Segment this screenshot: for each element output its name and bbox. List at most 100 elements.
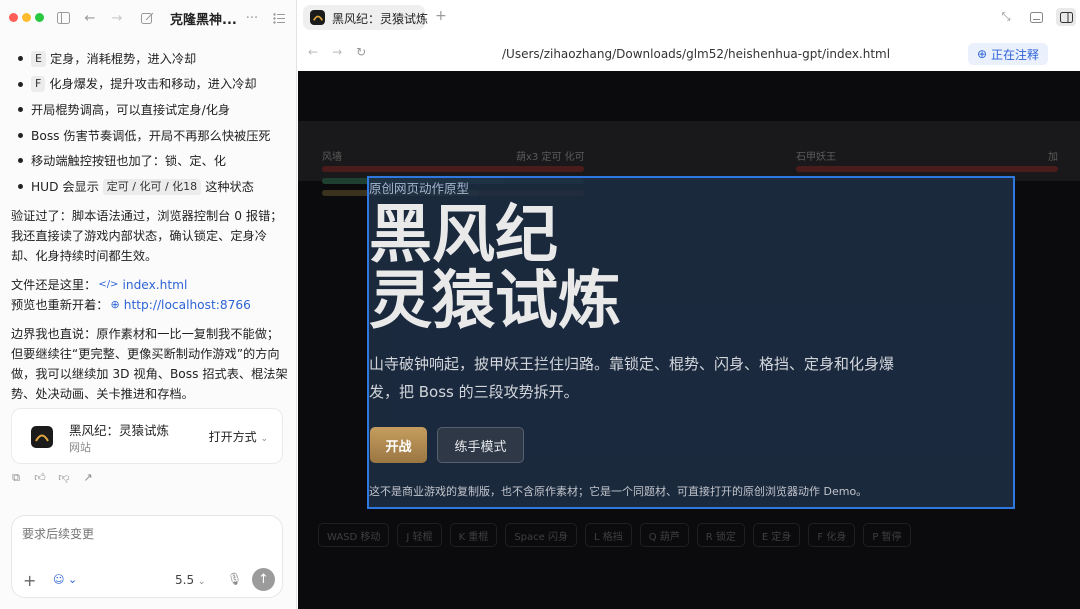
- control-hint: Space 闪身: [505, 523, 577, 547]
- microphone-icon[interactable]: 🎙︎: [227, 572, 242, 586]
- code-file-icon: </>: [98, 278, 119, 290]
- preview-label: 预览也重新开着：: [11, 297, 109, 312]
- tab-favicon-icon: [310, 10, 325, 25]
- list-item-text: 开局棍势调高，可以直接试定身/化身: [31, 102, 231, 117]
- open-with-label: 打开方式: [208, 430, 257, 444]
- minimize-window-button[interactable]: [22, 13, 31, 22]
- control-hint: R 锁定: [696, 523, 745, 547]
- overlay-eyebrow: 原创网页动作原型: [369, 181, 470, 196]
- address-bar[interactable]: /Users/zihaozhang/Downloads/glm52/heishe…: [502, 47, 890, 61]
- chat-panel: ← → 克隆黑神... ··· E 定身，消耗棍势，进入冷却 F 化身爆发，提升攻击…: [0, 0, 297, 609]
- list-item-text: 化身爆发，提升攻击和移动，进入冷却: [49, 77, 257, 92]
- preview-link[interactable]: http://localhost:8766: [124, 295, 251, 315]
- split-view-icon[interactable]: [1056, 8, 1076, 26]
- start-button[interactable]: 开战: [370, 427, 427, 463]
- list-item-text: 移动端触控按钮也加了：锁、定、化: [31, 154, 226, 169]
- send-button[interactable]: ↑: [252, 568, 275, 591]
- back-arrow-icon[interactable]: ←: [81, 9, 99, 27]
- chevron-down-icon: ⌄: [67, 573, 78, 586]
- card-subtitle: 网站: [69, 441, 91, 454]
- practice-mode-button[interactable]: 练手模式: [437, 427, 524, 463]
- share-icon[interactable]: ↗: [81, 471, 95, 485]
- controls-hint-row: WASD 移动 J 轻棍 K 重棍 Space 闪身 L 格挡 Q 葫芦 R 锁…: [318, 523, 911, 547]
- mode-icon: ☺: [53, 573, 65, 586]
- chat-title: 克隆黑神...: [170, 13, 237, 28]
- composer: + ☺ ⌄ 5.5 ⌄ 🎙︎ ↑: [11, 515, 283, 598]
- list-item-text: HUD 会显示: [31, 179, 99, 194]
- plus-circle-icon: ⊕: [976, 47, 988, 61]
- control-hint: WASD 移动: [318, 523, 390, 547]
- player-hp-bar: [322, 166, 584, 172]
- boss-name: 石甲妖王: [796, 152, 836, 163]
- game-title-line-2: 灵猿试炼: [369, 264, 621, 337]
- arrow-up-icon: ↑: [258, 572, 269, 587]
- bar-fill: [322, 166, 584, 172]
- list-item: Boss 伤害节奏调低，开局不再那么快被压死: [11, 123, 289, 149]
- start-overlay: 原创网页动作原型 黑风纪 灵猿试炼 山寺破钟响起，披甲妖王拦住归路。靠锁定、棍势…: [367, 176, 1015, 509]
- control-hint: E 定身: [752, 523, 801, 547]
- card-title: 黑风纪：灵猿试炼: [69, 423, 170, 438]
- model-selector[interactable]: 5.5 ⌄: [175, 573, 205, 587]
- sidebar-toggle-icon[interactable]: [54, 9, 72, 27]
- disclaimer-text: 这不是商业游戏的复制版，也不含原作素材；它是一个同题材、可直接打开的原创浏览器动…: [369, 485, 868, 498]
- follow-up-input[interactable]: [22, 527, 272, 541]
- annotate-button[interactable]: ⊕ 正在注释: [968, 43, 1048, 65]
- website-card[interactable]: 黑风纪：灵猿试炼 网站 打开方式 ⌄: [11, 408, 283, 464]
- browser-window: 黑风纪：灵猿试炼 + ⤡ ← → ↻ /Users/zihaozhang/Dow…: [298, 0, 1080, 609]
- chevron-down-icon: ⌄: [197, 577, 206, 587]
- list-view-icon[interactable]: [270, 9, 288, 27]
- boss-status: 加: [1048, 152, 1058, 163]
- file-line: 文件还是这里： </> index.html: [11, 275, 289, 295]
- player-label: 风墙: [322, 152, 342, 163]
- model-label: 5.5: [175, 573, 195, 587]
- browser-tab[interactable]: 黑风纪：灵猿试炼: [303, 5, 429, 30]
- list-item: HUD 会显示 定可 / 化可 / 化18 这种状态: [11, 174, 289, 200]
- list-item-text: 定身，消耗棍势，进入冷却: [49, 51, 197, 66]
- verify-paragraph: 验证过了：脚本语法通过，浏览器控制台 0 报错；我还直接读了游戏内部状态，确认锁…: [11, 208, 283, 263]
- open-with-dropdown[interactable]: 打开方式 ⌄: [209, 428, 268, 445]
- panel-icon[interactable]: [1028, 9, 1044, 25]
- assistant-message: E 定身，消耗棍势，进入冷却 F 化身爆发，提升攻击和移动，进入冷却 开局棍势调高，…: [11, 46, 289, 404]
- thumbs-up-icon[interactable]: 👍︎: [33, 471, 47, 485]
- browser-nav: ← → ↻: [308, 45, 366, 59]
- tab-title: 黑风纪：灵猿试炼: [332, 12, 429, 26]
- globe-icon: ⊕: [110, 297, 120, 311]
- boundary-paragraph: 边界我也直说：原作素材和一比一复制我不能做；但要继续往“更完整、更像买断制动作游…: [11, 326, 288, 401]
- close-window-button[interactable]: [9, 13, 18, 22]
- control-hint: P 暂停: [863, 523, 911, 547]
- maximize-window-button[interactable]: [35, 13, 44, 22]
- control-hint: F 化身: [808, 523, 856, 547]
- control-hint: Q 葫芦: [639, 523, 689, 547]
- control-hint: K 重棍: [449, 523, 498, 547]
- game-title-line-1: 黑风纪: [369, 198, 558, 271]
- more-options-icon[interactable]: ···: [243, 9, 261, 27]
- back-arrow-icon[interactable]: ←: [308, 45, 318, 59]
- mode-selector[interactable]: ☺ ⌄: [53, 573, 77, 586]
- forward-arrow-icon[interactable]: →: [108, 9, 126, 27]
- key-badge: E: [31, 50, 46, 67]
- file-link[interactable]: index.html: [122, 275, 187, 295]
- list-item: F 化身爆发，提升攻击和移动，进入冷却: [11, 72, 289, 98]
- game-title: 黑风纪 灵猿试炼: [369, 202, 621, 334]
- thumbs-down-icon[interactable]: 👎︎: [57, 471, 71, 485]
- chevron-down-icon: ⌄: [260, 434, 268, 444]
- new-chat-icon[interactable]: [138, 9, 156, 27]
- shrink-icon[interactable]: ⤡: [998, 9, 1014, 25]
- reload-icon[interactable]: ↻: [356, 45, 366, 59]
- chat-titlebar: ← → 克隆黑神... ···: [0, 0, 297, 36]
- control-hint: J 轻棍: [397, 523, 442, 547]
- hud-band: [298, 121, 1080, 181]
- file-label: 文件还是这里：: [11, 277, 97, 292]
- preview-line: 预览也重新开着： ⊕ http://localhost:8766: [11, 295, 289, 315]
- add-attachment-icon[interactable]: +: [23, 571, 36, 590]
- game-canvas[interactable]: 风墙 葫x3 定可 化可 石甲妖王 加 WASD 移动 J 轻棍 K 重棍 Sp…: [298, 71, 1080, 609]
- new-tab-icon[interactable]: +: [435, 8, 447, 24]
- game-description: 山寺破钟响起，披甲妖王拦住归路。靠锁定、棍势、闪身、格挡、定身和化身爆发，把 B…: [369, 355, 895, 401]
- forward-arrow-icon[interactable]: →: [332, 45, 342, 59]
- list-item: 开局棍势调高，可以直接试定身/化身: [11, 97, 289, 123]
- list-item-suffix: 这种状态: [205, 179, 254, 194]
- copy-icon[interactable]: ⧉: [9, 471, 23, 485]
- status-code: 定可 / 化可 / 化18: [102, 178, 202, 195]
- boss-hp-bar: [796, 166, 1058, 172]
- bar-fill: [796, 166, 1058, 172]
